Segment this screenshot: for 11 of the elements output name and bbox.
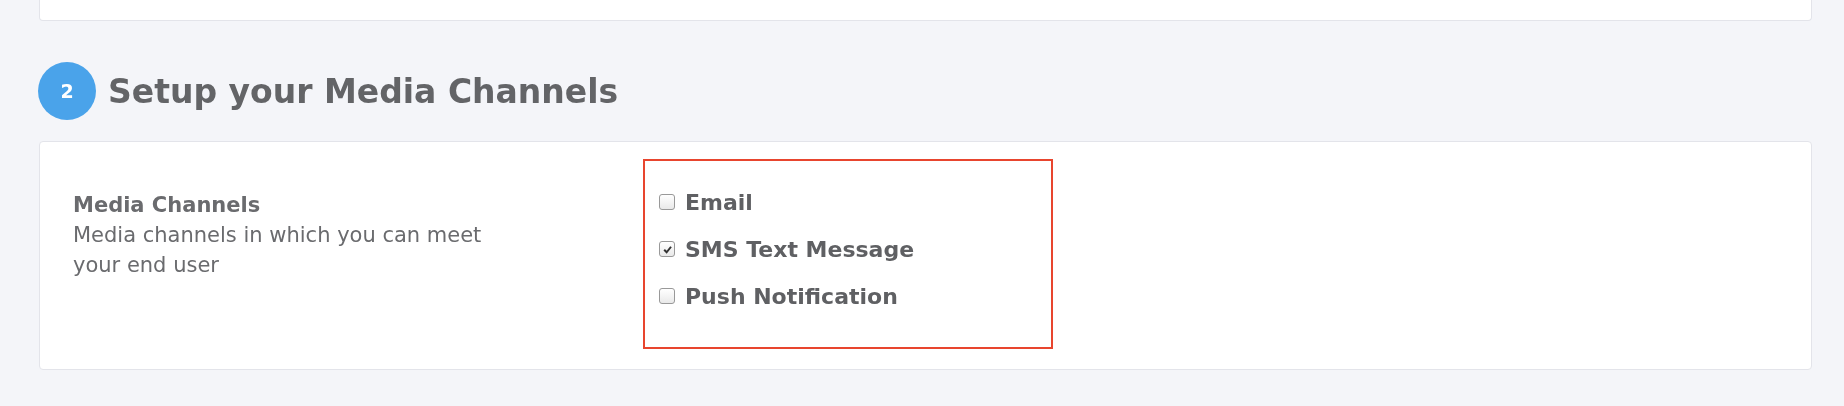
field-description: Media channels in which you can meet your end user xyxy=(73,222,483,279)
field-label: Media Channels xyxy=(73,192,262,219)
checkbox[interactable] xyxy=(659,194,675,210)
checkbox-option[interactable]: Email xyxy=(659,187,1051,217)
checkbox-option[interactable]: SMS Text Message xyxy=(659,234,1051,264)
checkbox[interactable] xyxy=(659,241,675,257)
checkbox-option[interactable]: Push Notification xyxy=(659,281,1051,311)
checkmark-icon xyxy=(661,243,673,255)
checkbox[interactable] xyxy=(659,288,675,304)
section-title: Setup your Media Channels xyxy=(108,71,619,111)
step-number-badge: 2 xyxy=(38,62,96,120)
